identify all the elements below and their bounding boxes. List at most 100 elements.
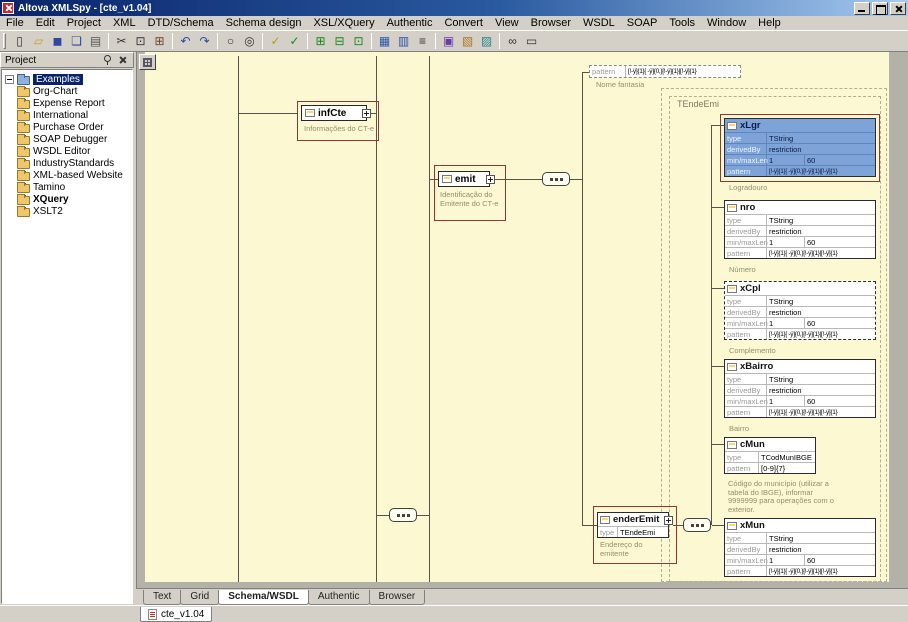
project-item-label: International xyxy=(33,110,88,121)
save-file-button[interactable]: ◼ xyxy=(48,32,67,50)
append-element-button[interactable]: ⊟ xyxy=(330,32,349,50)
window-title: Altova XMLSpy - [cte_v1.04] xyxy=(18,3,151,14)
menu-view[interactable]: View xyxy=(489,17,525,29)
field-value: restriction xyxy=(767,144,875,154)
insert-element-button[interactable]: ⊞ xyxy=(311,32,330,50)
menu-edit[interactable]: Edit xyxy=(30,17,61,29)
field-label: min/maxLen xyxy=(725,396,767,406)
element-icon xyxy=(727,441,737,449)
menu-authentic[interactable]: Authentic xyxy=(381,17,439,29)
project-item-expense-report[interactable]: Expense Report xyxy=(2,97,132,109)
element-name: emit xyxy=(455,174,476,185)
save-all-icon: ❏ xyxy=(71,35,82,47)
schema-design-button[interactable]: ▣ xyxy=(439,32,458,50)
project-item-xml-based-website[interactable]: XML-based Website xyxy=(2,169,132,181)
maximize-button[interactable] xyxy=(872,2,888,15)
view-tab-browser[interactable]: Browser xyxy=(369,590,426,605)
element-emit[interactable]: emit xyxy=(438,171,490,187)
menu-tools[interactable]: Tools xyxy=(663,17,701,29)
menu-project[interactable]: Project xyxy=(61,17,107,29)
info-window-button[interactable]: ▭ xyxy=(522,32,541,50)
project-item-soap-debugger[interactable]: SOAP Debugger xyxy=(2,133,132,145)
view-tab-schema-wsdl[interactable]: Schema/WSDL xyxy=(218,590,309,605)
toolbar-separator xyxy=(499,33,500,49)
find-next-button[interactable]: ◎ xyxy=(240,32,259,50)
show-globals-button[interactable] xyxy=(139,54,156,70)
menu-help[interactable]: Help xyxy=(752,17,787,29)
add-child-element-button[interactable]: ⊡ xyxy=(349,32,368,50)
text-view-button[interactable]: ≡ xyxy=(413,32,432,50)
redo-button[interactable]: ↷ xyxy=(195,32,214,50)
project-item-org-chart[interactable]: Org-Chart xyxy=(2,85,132,97)
check-well-formed-button[interactable]: ✓ xyxy=(266,32,285,50)
element-name: infCte xyxy=(318,108,346,119)
sequence-compositor-icon[interactable] xyxy=(389,508,417,522)
folder-icon xyxy=(17,172,30,181)
element-nro[interactable]: nro typeTString derivedByrestriction min… xyxy=(724,200,876,259)
cut-button[interactable]: ✂ xyxy=(112,32,131,50)
project-item-examples[interactable]: Examples xyxy=(2,73,132,85)
menu-schema-design[interactable]: Schema design xyxy=(220,17,308,29)
element-infCte[interactable]: infCte xyxy=(301,105,367,121)
project-item-xslt2[interactable]: XSLT2 xyxy=(2,205,132,217)
close-panel-icon[interactable] xyxy=(116,54,129,66)
project-item-label: WSDL Editor xyxy=(33,146,90,157)
menu-window[interactable]: Window xyxy=(701,17,752,29)
menu-file[interactable]: File xyxy=(0,17,30,29)
paste-icon: ⊞ xyxy=(154,35,164,47)
pin-icon[interactable] xyxy=(101,54,114,66)
project-item-tamino[interactable]: Tamino xyxy=(2,181,132,193)
element-xLgr[interactable]: xLgr typeTString derivedByrestriction mi… xyxy=(724,118,876,177)
save-all-button[interactable]: ❏ xyxy=(67,32,86,50)
new-file-button[interactable]: ▯ xyxy=(10,32,29,50)
field-label: min/maxLen xyxy=(725,555,767,565)
print-button[interactable]: ▤ xyxy=(86,32,105,50)
element-xBairro[interactable]: xBairro typeTString derivedByrestriction… xyxy=(724,359,876,418)
project-item-international[interactable]: International xyxy=(2,109,132,121)
element-icon xyxy=(727,522,737,530)
insert-element-icon: ⊞ xyxy=(315,35,325,47)
expand-icon[interactable] xyxy=(664,516,673,525)
xsl-transform-button[interactable]: ▨ xyxy=(477,32,496,50)
project-item-industrystandards[interactable]: IndustryStandards xyxy=(2,157,132,169)
table-view-button[interactable]: ▥ xyxy=(394,32,413,50)
copy-button[interactable]: ⊡ xyxy=(131,32,150,50)
expand-icon[interactable] xyxy=(362,109,371,118)
hyperlink-button[interactable]: ∞ xyxy=(503,32,522,50)
minimize-button[interactable] xyxy=(854,2,870,15)
menu-xsl-xquery[interactable]: XSL/XQuery xyxy=(307,17,380,29)
project-item-xquery[interactable]: XQuery xyxy=(2,193,132,205)
database-query-button[interactable]: ▧ xyxy=(458,32,477,50)
project-item-purchase-order[interactable]: Purchase Order xyxy=(2,121,132,133)
view-tab-authentic[interactable]: Authentic xyxy=(308,590,370,605)
project-item-wsdl-editor[interactable]: WSDL Editor xyxy=(2,145,132,157)
menu-dtd-schema[interactable]: DTD/Schema xyxy=(142,17,220,29)
element-cMun[interactable]: cMun typeTCodMunIBGE pattern[0-9]{7} xyxy=(724,437,816,474)
menu-convert[interactable]: Convert xyxy=(438,17,489,29)
annotation: Número xyxy=(729,266,756,275)
paste-button[interactable]: ⊞ xyxy=(150,32,169,50)
find-button[interactable]: ○ xyxy=(221,32,240,50)
sequence-compositor-icon[interactable] xyxy=(542,172,570,186)
menu-soap[interactable]: SOAP xyxy=(621,17,664,29)
open-folder-button[interactable]: ▱ xyxy=(29,32,48,50)
toolbar-separator xyxy=(172,33,173,49)
element-name: cMun xyxy=(740,439,765,450)
grid-view-button[interactable]: ▦ xyxy=(375,32,394,50)
element-xMun[interactable]: xMun typeTString derivedByrestriction mi… xyxy=(724,518,876,577)
file-tab[interactable]: cte_v1.04 xyxy=(140,607,212,622)
menu-browser[interactable]: Browser xyxy=(525,17,577,29)
element-enderEmit[interactable]: enderEmit typeTEndeEmi xyxy=(597,512,669,538)
undo-button[interactable]: ↶ xyxy=(176,32,195,50)
expand-icon[interactable] xyxy=(486,175,495,184)
view-tab-grid[interactable]: Grid xyxy=(180,590,219,605)
close-button[interactable] xyxy=(890,2,906,15)
menu-wsdl[interactable]: WSDL xyxy=(577,17,621,29)
view-tab-text[interactable]: Text xyxy=(143,590,181,605)
toolbar-grip[interactable] xyxy=(3,33,6,49)
collapse-icon[interactable] xyxy=(5,75,14,84)
element-xCpl[interactable]: xCpl typeTString derivedByrestriction mi… xyxy=(724,281,876,340)
menu-xml[interactable]: XML xyxy=(107,17,142,29)
validate-button[interactable]: ✓ xyxy=(285,32,304,50)
folder-icon xyxy=(17,88,30,97)
